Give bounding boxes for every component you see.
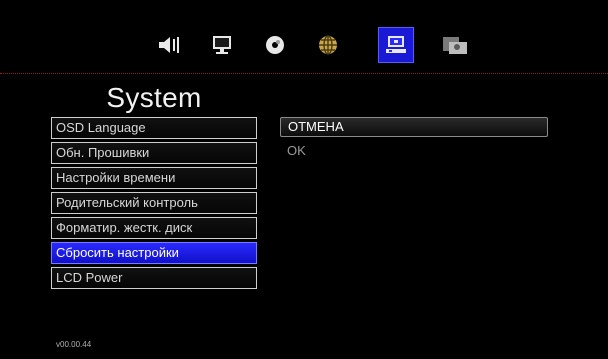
header-divider [0, 73, 608, 74]
photo-icon [443, 37, 467, 54]
confirm-options: ОТМЕНА OK [280, 117, 548, 161]
menu-item-reset-settings[interactable]: Сбросить настройки [51, 242, 257, 264]
menu-item-parental-control[interactable]: Родительский контроль [51, 192, 257, 214]
system-icon [386, 36, 406, 53]
settings-menu: OSD Language Обн. Прошивки Настройки вре… [51, 117, 257, 292]
osd-screen: System OSD Language Обн. Прошивки Настро… [0, 0, 608, 359]
cancel-option[interactable]: ОТМЕНА [280, 117, 548, 137]
tab-playback[interactable] [258, 28, 292, 62]
ok-option[interactable]: OK [280, 141, 548, 161]
disc-icon [266, 36, 284, 54]
tab-video[interactable] [205, 28, 239, 62]
page-title: System [106, 82, 202, 113]
tab-misc[interactable] [438, 28, 472, 62]
menu-item-firmware-update[interactable]: Обн. Прошивки [51, 142, 257, 164]
monitor-icon [213, 36, 231, 54]
menu-item-format-hdd[interactable]: Форматир. жестк. диск [51, 217, 257, 239]
tab-network[interactable] [311, 28, 345, 62]
speaker-icon [159, 37, 179, 53]
menu-item-time-settings[interactable]: Настройки времени [51, 167, 257, 189]
menu-item-lcd-power[interactable]: LCD Power [51, 267, 257, 289]
menu-item-osd-language[interactable]: OSD Language [51, 117, 257, 139]
tab-audio[interactable] [152, 28, 186, 62]
category-tab-bar [0, 0, 608, 74]
tab-system[interactable] [378, 27, 414, 63]
firmware-version: v00.00.44 [56, 340, 92, 349]
globe-icon [319, 35, 337, 55]
